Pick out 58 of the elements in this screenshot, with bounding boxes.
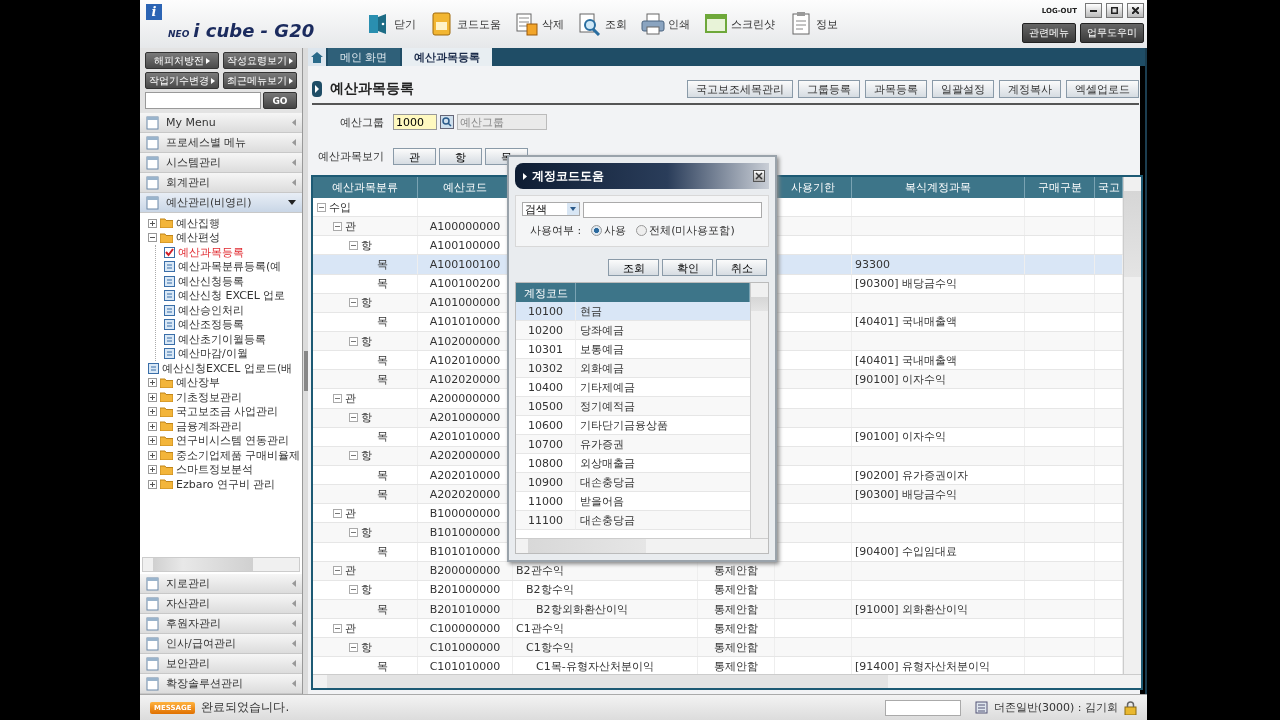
logo-badge: i <box>146 4 162 20</box>
tree-label: 목 <box>377 276 388 292</box>
tree-label: 항 <box>361 410 372 426</box>
table-cell: [40401] 국내매출액 <box>852 312 1025 331</box>
tree-label: 항 <box>361 524 372 540</box>
table-cell: 통제안함 <box>698 619 775 638</box>
tree-label: 항 <box>361 448 372 464</box>
table-cell: C101000000 <box>418 638 513 657</box>
table-cell: [91000] 외화환산이익 <box>852 599 1025 619</box>
tree-label: 관 <box>345 505 356 521</box>
tree-label: 목 <box>377 467 388 483</box>
field-label: 예산그룹 <box>340 114 384 130</box>
table-cell: 통제안함 <box>698 580 775 599</box>
tree-label: 목 <box>377 544 388 560</box>
company-user: 더존일반(3000) : 김기회 <box>993 700 1118 715</box>
group-name-field: 예산그룹 <box>457 114 547 130</box>
tree-label: 관 <box>345 563 356 579</box>
tree-label: 항 <box>361 295 372 311</box>
tree-label: 목 <box>377 352 388 368</box>
table-cell: B201000000 <box>418 580 513 599</box>
tree-label: 목 <box>377 257 388 272</box>
brand-prefix: NEO <box>168 29 190 39</box>
tree-label: 항 <box>361 237 372 253</box>
dialog-title: 계정코드도움 <box>532 167 605 185</box>
table-cell: B2항수익 <box>513 580 698 599</box>
table-cell: [90100] 이자수익 <box>852 370 1025 389</box>
tree-label: 목 <box>377 429 388 445</box>
table-cell: [90400] 수입임대료 <box>852 542 1025 561</box>
table-cell: [40401] 국내매출액 <box>852 351 1025 370</box>
table-cell: B201010000 <box>418 599 513 619</box>
tree-label: 목 <box>377 601 388 617</box>
status-message: 완료되었습니다. <box>201 699 291 716</box>
tree-label: 관 <box>345 390 356 406</box>
tree-label: 목 <box>377 658 388 674</box>
table-cell: [90300] 배당금수익 <box>852 274 1025 293</box>
field-label: 예산과목보기 <box>318 149 384 164</box>
table-cell: 통제안함 <box>698 638 775 657</box>
tree-label: 목 <box>377 371 388 387</box>
table-cell: [90300] 배당금수익 <box>852 485 1025 504</box>
tree-label: 목 <box>377 314 388 330</box>
tree-label: 관 <box>345 620 356 636</box>
table-cell: [90100] 이자수익 <box>852 427 1025 446</box>
table-cell: B2항외화환산이익 <box>513 599 698 619</box>
field-label: 사용여부 : <box>530 223 582 238</box>
brand-name: i cube - G20 <box>193 20 315 41</box>
table-cell: C1관수익 <box>513 619 698 638</box>
page-title: 예산과목등록 <box>330 80 415 98</box>
tree-label: 관 <box>345 218 356 234</box>
table-cell: C100000000 <box>418 619 513 638</box>
table-cell: 통제안함 <box>698 599 775 619</box>
table-cell: [90200] 유가증권이자 <box>852 465 1025 485</box>
tree-label: 항 <box>361 333 372 349</box>
tree-label: 항 <box>361 582 372 598</box>
tree-label: 수입 <box>329 199 351 215</box>
table-cell: C1항수익 <box>513 638 698 657</box>
tree-label: 목 <box>377 486 388 502</box>
table-cell: 93300 <box>852 255 1025 274</box>
tree-label: 항 <box>361 639 372 655</box>
